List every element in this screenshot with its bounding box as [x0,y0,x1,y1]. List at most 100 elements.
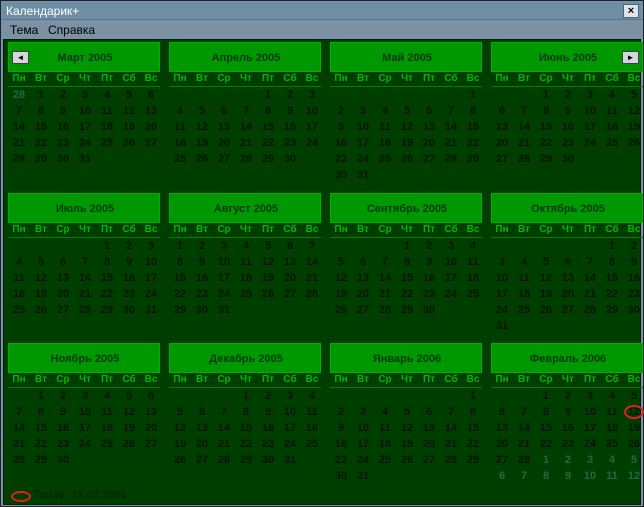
calendar-day[interactable]: 4 [169,105,191,117]
calendar-day[interactable]: 26 [396,153,418,165]
calendar-day[interactable]: 6 [52,256,74,268]
calendar-day[interactable]: 26 [118,137,140,149]
calendar-day[interactable]: 12 [191,121,213,133]
calendar-day[interactable]: 29 [601,304,623,316]
calendar-day[interactable]: 17 [213,272,235,284]
calendar-day[interactable]: 13 [213,121,235,133]
next-month-button[interactable]: ► [622,51,639,64]
calendar-day[interactable]: 19 [330,288,352,300]
calendar-day[interactable]: 19 [396,137,418,149]
calendar-day[interactable]: 19 [623,121,644,133]
calendar-day[interactable]: 20 [191,438,213,450]
calendar-day[interactable]: 11 [601,406,623,418]
calendar-day[interactable]: 29 [257,153,279,165]
calendar-day[interactable]: 7 [513,105,535,117]
calendar-day[interactable]: 8 [396,256,418,268]
other-month-day[interactable]: 2 [557,454,579,466]
calendar-day[interactable]: 20 [491,137,513,149]
other-month-day[interactable]: 3 [579,454,601,466]
calendar-day[interactable]: 23 [257,438,279,450]
calendar-day[interactable]: 27 [418,454,440,466]
calendar-day[interactable]: 6 [279,240,301,252]
calendar-day[interactable]: 30 [52,153,74,165]
calendar-day[interactable]: 21 [213,438,235,450]
calendar-day[interactable]: 25 [513,304,535,316]
calendar-day[interactable]: 23 [118,288,140,300]
calendar-day[interactable]: 16 [330,137,352,149]
calendar-day[interactable]: 18 [301,422,323,434]
calendar-day[interactable]: 7 [213,406,235,418]
calendar-day[interactable]: 22 [169,288,191,300]
calendar-day[interactable]: 13 [52,272,74,284]
calendar-day[interactable]: 16 [418,272,440,284]
calendar-day[interactable]: 9 [279,105,301,117]
calendar-day[interactable]: 11 [374,121,396,133]
other-month-day[interactable]: 5 [623,454,644,466]
calendar-day[interactable]: 24 [301,137,323,149]
calendar-day[interactable]: 1 [96,240,118,252]
calendar-day[interactable]: 18 [96,422,118,434]
calendar-day[interactable]: 7 [374,256,396,268]
calendar-day[interactable]: 15 [96,272,118,284]
calendar-day[interactable]: 8 [257,105,279,117]
calendar-day[interactable]: 15 [235,422,257,434]
calendar-day[interactable]: 21 [8,137,30,149]
calendar-day[interactable]: 1 [257,89,279,101]
calendar-day[interactable]: 27 [557,304,579,316]
calendar-day[interactable]: 26 [396,454,418,466]
calendar-day[interactable]: 21 [301,272,323,284]
calendar-day[interactable]: 17 [491,288,513,300]
calendar-day[interactable]: 14 [301,256,323,268]
calendar-day[interactable]: 30 [418,304,440,316]
calendar-day[interactable]: 25 [169,153,191,165]
calendar-day[interactable]: 17 [352,137,374,149]
calendar-day[interactable]: 12 [118,105,140,117]
calendar-day[interactable]: 10 [74,406,96,418]
calendar-day[interactable]: 23 [52,137,74,149]
calendar-day[interactable]: 18 [601,422,623,434]
calendar-day[interactable]: 9 [418,256,440,268]
calendar-day[interactable]: 2 [623,240,644,252]
calendar-day[interactable]: 15 [601,272,623,284]
calendar-day[interactable]: 21 [235,137,257,149]
calendar-day[interactable]: 12 [535,272,557,284]
calendar-day[interactable]: 16 [52,422,74,434]
calendar-day[interactable]: 10 [579,406,601,418]
calendar-day[interactable]: 19 [257,272,279,284]
calendar-day[interactable]: 6 [491,406,513,418]
calendar-day[interactable]: 14 [235,121,257,133]
calendar-day[interactable]: 18 [8,288,30,300]
calendar-day[interactable]: 6 [352,256,374,268]
calendar-day[interactable]: 10 [74,105,96,117]
calendar-day[interactable]: 27 [279,288,301,300]
other-month-day[interactable]: 4 [601,454,623,466]
calendar-day[interactable]: 22 [462,137,484,149]
calendar-day[interactable]: 12 [396,422,418,434]
calendar-day[interactable]: 9 [557,105,579,117]
calendar-day[interactable]: 30 [257,454,279,466]
calendar-day[interactable]: 3 [491,256,513,268]
calendar-day[interactable]: 30 [330,169,352,181]
calendar-day[interactable]: 7 [440,105,462,117]
calendar-day[interactable]: 28 [579,304,601,316]
calendar-day[interactable]: 5 [257,240,279,252]
calendar-day[interactable]: 8 [96,256,118,268]
calendar-day[interactable]: 13 [140,406,162,418]
calendar-day[interactable]: 16 [330,438,352,450]
calendar-day[interactable]: 6 [213,105,235,117]
calendar-day[interactable]: 20 [140,121,162,133]
calendar-day[interactable]: 19 [118,121,140,133]
calendar-day[interactable]: 22 [235,438,257,450]
calendar-day[interactable]: 6 [140,390,162,402]
calendar-day[interactable]: 17 [440,272,462,284]
calendar-day[interactable]: 29 [396,304,418,316]
calendar-day[interactable]: 20 [418,438,440,450]
calendar-day[interactable]: 18 [513,288,535,300]
calendar-day[interactable]: 7 [8,105,30,117]
calendar-day[interactable]: 8 [30,406,52,418]
calendar-day[interactable]: 25 [374,153,396,165]
calendar-day[interactable]: 28 [8,153,30,165]
calendar-day[interactable]: 20 [279,272,301,284]
calendar-day[interactable]: 18 [235,272,257,284]
calendar-day[interactable]: 29 [462,454,484,466]
